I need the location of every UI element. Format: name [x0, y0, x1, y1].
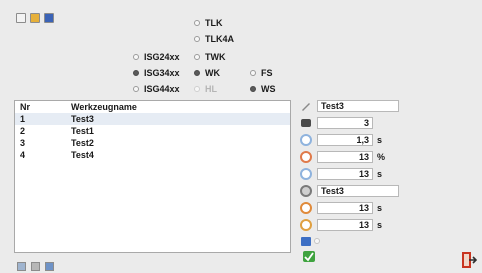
option-fs[interactable]: FS	[250, 68, 273, 78]
radio-isg24xx[interactable]	[133, 54, 139, 60]
prop-tool-name: Test3	[300, 99, 399, 113]
time-3-field[interactable]: 13	[317, 202, 373, 214]
tool-name-2-field[interactable]: Test3	[317, 185, 399, 197]
prop-time-1: 1,3 s	[300, 133, 382, 147]
prop-tool-name-2: Test3	[300, 184, 399, 198]
percent-field[interactable]: 13	[317, 151, 373, 163]
confirm-checkmark-icon[interactable]	[303, 251, 315, 262]
prop-time-4: 13 s	[300, 218, 382, 232]
radio-ws[interactable]	[250, 86, 256, 92]
row-nr: 1	[20, 114, 26, 124]
unit-seconds: s	[377, 169, 383, 179]
clock-orange-icon	[300, 202, 312, 214]
list-row[interactable]: 2 Test1	[15, 125, 290, 137]
pen-icon	[300, 100, 312, 112]
row-name: Test2	[71, 138, 94, 148]
column-header-name: Werkzeugname	[71, 102, 137, 112]
unit-seconds: s	[377, 220, 383, 230]
option-twk[interactable]: TWK	[194, 52, 226, 62]
list-row[interactable]: 4 Test4	[15, 149, 290, 161]
option-isg34xx[interactable]: ISG34xx	[133, 68, 180, 78]
timer-icon	[300, 168, 312, 180]
new-document-button[interactable]	[16, 13, 26, 23]
bottom-tool-button-1[interactable]	[17, 262, 26, 271]
prop-time-2: 13 s	[300, 167, 382, 181]
tool-name-field[interactable]: Test3	[317, 100, 399, 112]
exit-icon[interactable]	[461, 251, 478, 269]
prop-calc	[300, 234, 320, 248]
radio-isg34xx[interactable]	[133, 70, 139, 76]
option-isg24xx[interactable]: ISG24xx	[133, 52, 180, 62]
radio-tlk4a[interactable]	[194, 36, 200, 42]
row-nr: 3	[20, 138, 26, 148]
drill-icon	[301, 119, 311, 127]
bottom-tool-button-2[interactable]	[31, 262, 40, 271]
tool-list[interactable]: Nr Werkzeugname 1 Test3 2 Test1 3 Test2 …	[14, 100, 291, 253]
save-button[interactable]	[44, 13, 54, 23]
option-isg44xx[interactable]: ISG44xx	[133, 84, 180, 94]
list-row[interactable]: 3 Test2	[15, 137, 290, 149]
option-hl: HL	[194, 84, 217, 94]
prop-count: 3	[300, 116, 373, 130]
radio-twk[interactable]	[194, 54, 200, 60]
calc-option-radio[interactable]	[314, 238, 320, 244]
calculator-icon[interactable]	[301, 236, 311, 246]
list-header: Nr Werkzeugname	[15, 101, 290, 113]
time-1-field[interactable]: 1,3	[317, 134, 373, 146]
radio-hl	[194, 86, 200, 92]
prop-percent: 13 %	[300, 150, 385, 164]
option-tlk[interactable]: TLK	[194, 18, 223, 28]
time-4-field[interactable]: 13	[317, 219, 373, 231]
unit-percent: %	[377, 152, 386, 162]
settings-icon	[300, 185, 312, 197]
option-wk[interactable]: WK	[194, 68, 220, 78]
row-nr: 2	[20, 126, 26, 136]
count-field[interactable]: 3	[317, 117, 373, 129]
unit-seconds: s	[377, 203, 383, 213]
prop-time-3: 13 s	[300, 201, 382, 215]
open-folder-button[interactable]	[30, 13, 40, 23]
list-row[interactable]: 1 Test3	[15, 113, 290, 125]
radio-wk[interactable]	[194, 70, 200, 76]
time-2-field[interactable]: 13	[317, 168, 373, 180]
row-nr: 4	[20, 150, 26, 160]
radio-isg44xx[interactable]	[133, 86, 139, 92]
column-header-nr: Nr	[20, 102, 31, 112]
gauge-icon	[300, 151, 312, 163]
row-name: Test3	[71, 114, 94, 124]
bottom-tool-button-3[interactable]	[45, 262, 54, 271]
clock-icon	[300, 134, 312, 146]
option-ws[interactable]: WS	[250, 84, 276, 94]
row-name: Test4	[71, 150, 94, 160]
stopwatch-icon	[300, 219, 312, 231]
radio-tlk[interactable]	[194, 20, 200, 26]
option-tlk4a[interactable]: TLK4A	[194, 34, 234, 44]
unit-seconds: s	[377, 135, 383, 145]
radio-fs[interactable]	[250, 70, 256, 76]
row-name: Test1	[71, 126, 94, 136]
